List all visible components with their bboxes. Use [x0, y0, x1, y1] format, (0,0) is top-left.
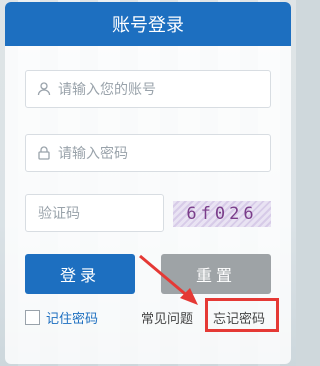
- lock-icon: [36, 145, 52, 161]
- login-title: 账号登录: [5, 2, 291, 46]
- captcha-image[interactable]: 6f026: [173, 201, 271, 227]
- account-placeholder: 请输入您的账号: [58, 82, 156, 98]
- password-field[interactable]: 请输入密码: [25, 134, 271, 172]
- login-panel: 账号登录 请输入您的账号 请输入密码 验证码 6f026 登录 重置 记住密码 …: [5, 2, 291, 364]
- remember-checkbox[interactable]: [25, 310, 40, 325]
- annotation-highlight-box: [205, 298, 279, 332]
- login-button[interactable]: 登录: [25, 254, 135, 294]
- user-icon: [36, 81, 52, 97]
- password-placeholder: 请输入密码: [58, 146, 128, 162]
- remember-password[interactable]: 记住密码: [25, 308, 98, 327]
- captcha-placeholder: 验证码: [38, 206, 80, 222]
- account-field[interactable]: 请输入您的账号: [25, 70, 271, 108]
- captcha-field[interactable]: 验证码: [25, 194, 164, 232]
- reset-button[interactable]: 重置: [161, 254, 271, 294]
- captcha-text: 6f026: [186, 204, 258, 224]
- remember-label: 记住密码: [46, 312, 99, 327]
- faq-link[interactable]: 常见问题: [141, 308, 193, 327]
